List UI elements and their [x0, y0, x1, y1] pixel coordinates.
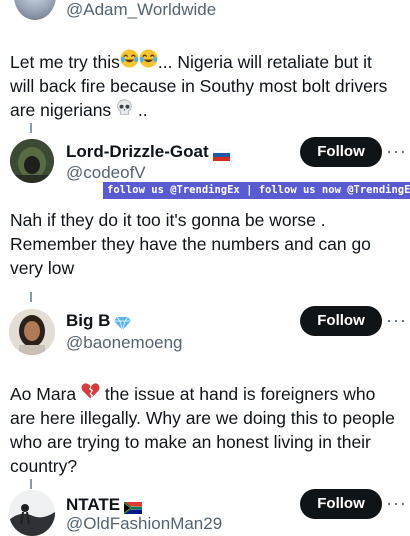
- user-handle[interactable]: @OldFashionMan29: [66, 514, 222, 534]
- post-text-line: ..: [133, 100, 148, 121]
- user-handle[interactable]: @Adam_Worldwide: [66, 0, 216, 20]
- post-text-line: Nah if they do it too it's gonna be wors…: [10, 210, 326, 230]
- post-text-line: Remember they have the numbers and can g…: [10, 234, 371, 254]
- post-text-line: ... Nigeria will retaliate but it: [157, 52, 372, 72]
- follow-button[interactable]: Follow: [300, 306, 382, 336]
- post-text-line: country?: [10, 456, 78, 476]
- avatar[interactable]: [9, 309, 55, 355]
- watermark-banner: follow us @TrendingEx | follow us now @T…: [103, 182, 410, 199]
- laugh-emoji-icon: [139, 49, 158, 74]
- display-name-text[interactable]: Big B: [66, 311, 110, 330]
- post-text: Ao Mara the issue at hand is foreigners …: [10, 382, 410, 478]
- display-name[interactable]: NTATE: [66, 495, 143, 515]
- thread-line: [30, 123, 32, 133]
- post-text-line: very low: [10, 258, 75, 278]
- follow-button[interactable]: Follow: [300, 137, 382, 167]
- broken-heart-icon: [81, 382, 100, 406]
- thread-line: [30, 292, 32, 302]
- follow-button[interactable]: Follow: [300, 489, 382, 519]
- thread-line: [30, 479, 32, 489]
- post-text-line: are nigerians: [10, 100, 112, 121]
- blue-diamond-icon: [114, 315, 132, 330]
- post-text-line: Let me try this: [10, 52, 120, 72]
- display-name-text[interactable]: NTATE: [66, 495, 120, 514]
- more-options-icon[interactable]: ···: [386, 142, 406, 162]
- user-handle[interactable]: @codeofV: [66, 163, 146, 183]
- south-africa-flag-icon: [123, 499, 143, 514]
- display-name[interactable]: Lord-Drizzle-Goat: [66, 142, 230, 162]
- more-options-icon[interactable]: ···: [386, 494, 406, 514]
- post-text-line: the issue at hand is foreigners who: [100, 384, 376, 404]
- user-handle[interactable]: @baonemoeng: [66, 333, 183, 353]
- russia-flag-icon: [212, 146, 230, 161]
- avatar[interactable]: [14, 0, 56, 20]
- display-name[interactable]: Big B: [66, 311, 132, 331]
- display-name-text[interactable]: Lord-Drizzle-Goat: [66, 142, 209, 161]
- post-text: Nah if they do it too it's gonna be wors…: [10, 208, 406, 280]
- post-text-line: who are trying to make an honest living …: [10, 432, 371, 452]
- laugh-emoji-icon: [120, 49, 139, 74]
- post-text-line: Ao Mara: [10, 384, 77, 404]
- avatar[interactable]: [10, 139, 54, 183]
- post-text: Let me try this ... Nigeria will retaliat…: [10, 49, 406, 122]
- post-text-line: will back fire because in Southy most bo…: [10, 76, 388, 97]
- post-text-line: are here illegally. Why are we doing thi…: [10, 408, 395, 428]
- avatar[interactable]: [9, 490, 55, 536]
- skull-icon: [116, 98, 133, 122]
- more-options-icon[interactable]: ···: [386, 311, 406, 331]
